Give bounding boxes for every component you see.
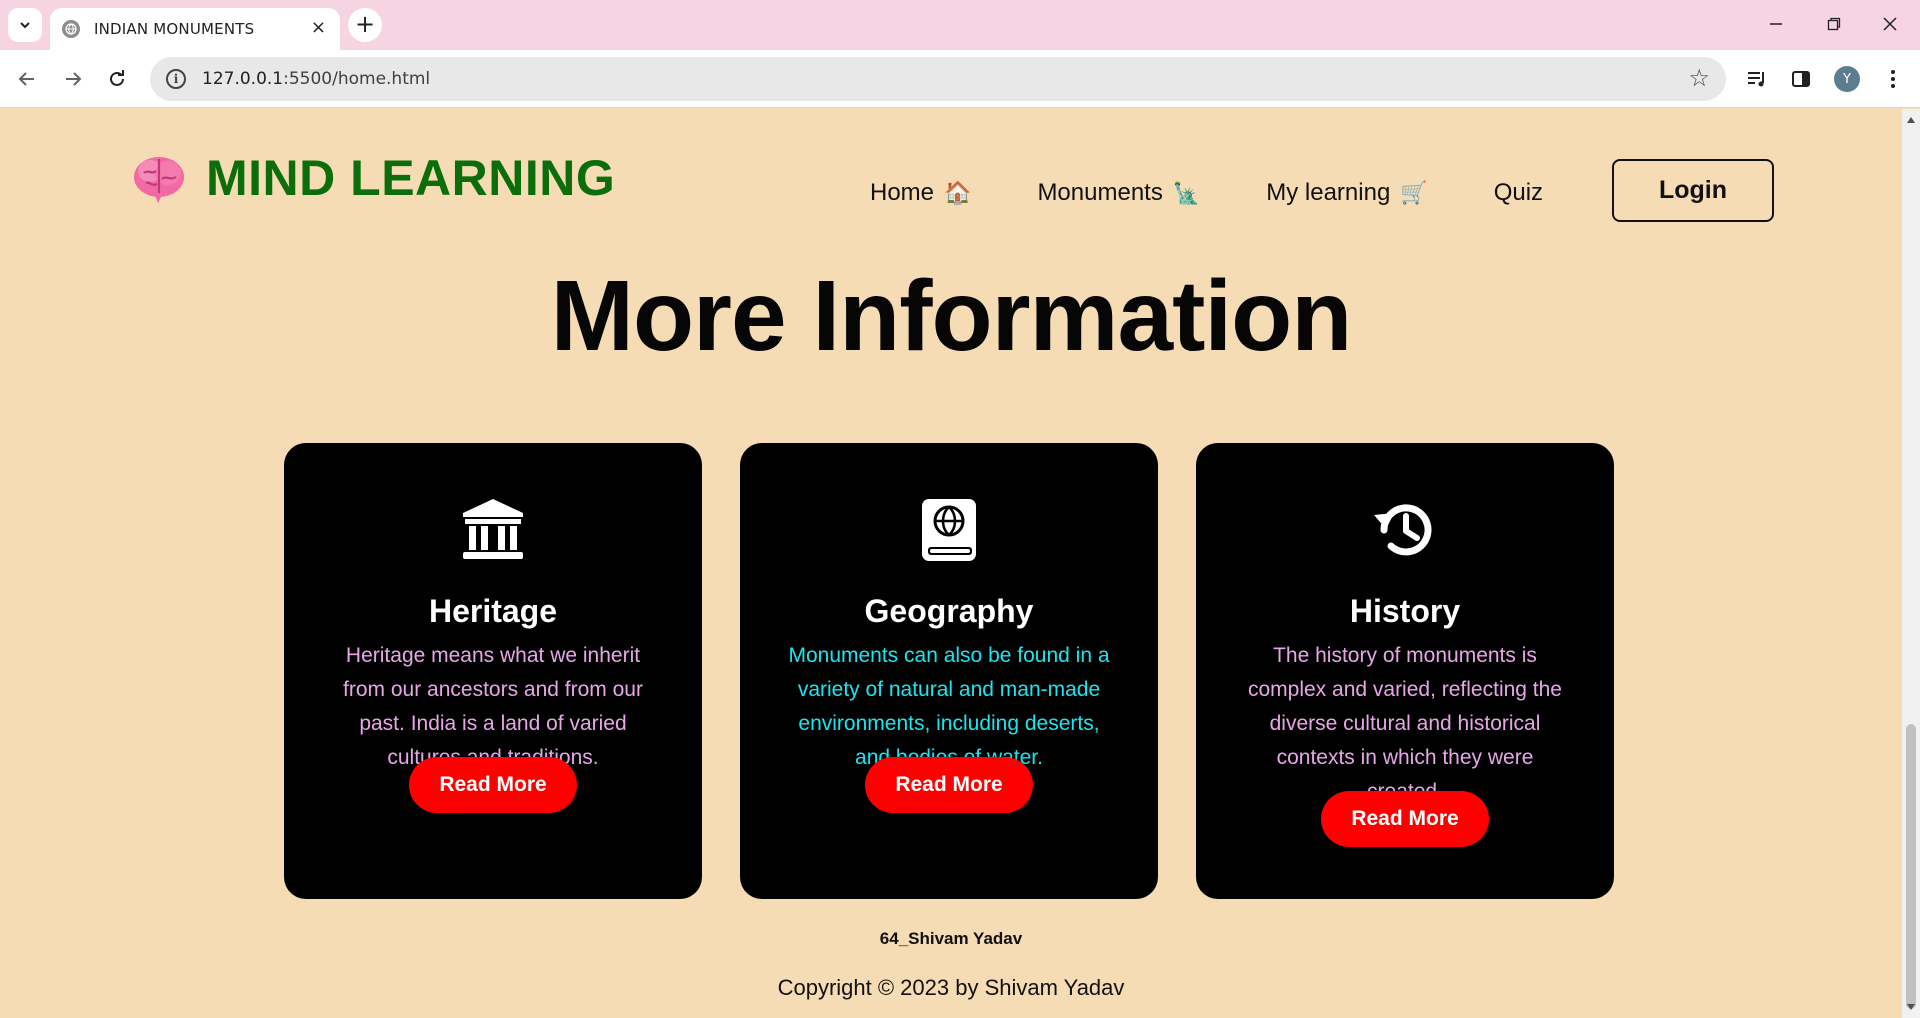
minimize-button[interactable] [1748,6,1804,42]
forward-button[interactable] [56,62,90,96]
back-button[interactable] [10,62,44,96]
nav-link-monuments[interactable]: Monuments 🗽 [1037,179,1200,207]
card-text: The history of monuments is complex and … [1247,644,1562,803]
kebab-menu-icon[interactable] [1880,66,1906,92]
atlas-icon [922,499,976,561]
vertical-scrollbar[interactable] [1902,109,1920,1018]
reload-button[interactable] [100,62,134,96]
card-text: Heritage means what we inherit from our … [343,644,643,769]
globe-icon [62,20,80,38]
nav-link-my-learning[interactable]: My learning 🛒 [1266,179,1427,207]
browser-tab[interactable]: INDIAN MONUMENTS × [50,8,340,50]
nav-link-quiz[interactable]: Quiz [1494,179,1543,207]
media-control-icon[interactable] [1744,66,1770,92]
read-more-button[interactable]: Read More [409,757,577,813]
tab-title: INDIAN MONUMENTS [94,20,255,38]
restore-button[interactable] [1806,6,1862,42]
site-info-icon[interactable]: i [166,69,186,89]
card-text: Monuments can also be found in a variety… [788,644,1110,769]
url-text: 127.0.0.1:5500/home.html [202,69,431,89]
close-icon [1883,17,1897,31]
browser-toolbar: i 127.0.0.1:5500/home.html ☆ Y [0,50,1920,108]
history-icon [1374,504,1432,556]
arrow-right-icon [66,72,82,86]
scroll-down-arrow-icon[interactable] [1907,1004,1915,1010]
card-title: Heritage [428,593,558,629]
reload-icon [110,70,124,86]
card-title: History [1349,593,1461,629]
side-panel-icon[interactable] [1788,66,1814,92]
cart-icon: 🛒 [1400,180,1428,205]
card-title: Geography [864,593,1034,629]
browser-tab-bar: INDIAN MONUMENTS × + [0,0,1920,50]
copyright-text: Copyright © 2023 by Shivam Yadav [777,975,1125,1000]
tab-search-button[interactable] [8,8,42,42]
arrow-left-icon [18,72,34,86]
brain-icon [134,157,184,203]
login-button[interactable]: Login [1612,159,1774,222]
restore-icon [1827,17,1841,31]
card-history: History The history of monuments is comp… [1196,443,1614,899]
minimize-icon [1770,23,1782,25]
brand-name: MIND LEARNING [206,150,616,206]
card-heritage: Heritage Heritage means what we inherit … [284,443,702,899]
address-bar[interactable]: i 127.0.0.1:5500/home.html ☆ [150,57,1726,101]
scrollbar-thumb[interactable] [1906,724,1916,1009]
card-geography: Geography Monuments can also be found in… [740,443,1158,899]
new-tab-button[interactable]: + [348,8,382,42]
nav-link-home[interactable]: Home 🏠 [870,179,971,207]
chevron-down-icon [20,22,30,29]
profile-avatar[interactable]: Y [1834,66,1860,92]
main-nav: Home 🏠 Monuments 🗽 My learning 🛒 Quiz [870,179,1609,207]
close-window-button[interactable] [1862,6,1918,42]
scroll-up-arrow-icon[interactable] [1907,117,1915,123]
house-icon: 🏠 [944,180,972,205]
landmark-icon [463,499,523,559]
page-viewport: MIND LEARNING Home 🏠 Monuments 🗽 My learni… [0,109,1902,1018]
page-title: More Information [550,260,1353,372]
read-more-button[interactable]: Read More [865,757,1033,813]
statue-of-liberty-icon: 🗽 [1172,180,1201,205]
author-credit: 64_Shivam Yadav [879,929,1023,948]
tab-close-icon[interactable]: × [311,18,326,38]
read-more-button[interactable]: Read More [1321,791,1489,847]
bookmark-star-icon[interactable]: ☆ [1688,66,1710,90]
site-brand[interactable]: MIND LEARNING [132,149,615,207]
